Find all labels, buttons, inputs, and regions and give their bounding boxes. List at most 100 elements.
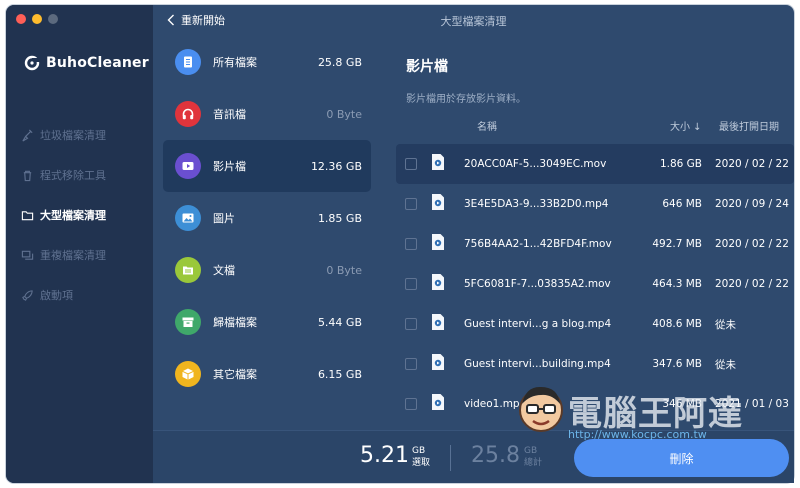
file-size: 464.3 MB [652,278,702,290]
selected-size-value: 5.21 [360,443,409,468]
table-row[interactable]: 3E4E5DA3-9...33B2D0.mp4 646 MB 2020 / 09… [396,184,794,224]
category-size: 0 Byte [326,263,362,277]
category-name: 歸檔檔案 [213,316,257,329]
sidebar-item-label: 大型檔案清理 [40,209,106,222]
sidebar: BuhoCleaner 垃圾檔案清理 程式移除工具 大型檔案清理 重複檔案清理 … [6,5,153,483]
delete-button[interactable]: 刪除 [574,439,789,477]
row-checkbox[interactable] [405,198,417,210]
window-title: 大型檔案清理 [440,15,507,28]
file-size: 408.6 MB [652,318,702,330]
category-video[interactable]: 影片檔 12.36 GB [163,140,371,192]
file-name: 3E4E5DA3-9...33B2D0.mp4 [464,198,609,210]
column-header-name[interactable]: 名稱 [477,118,497,133]
file-name: Guest intervi...g a blog.mp4 [464,318,612,330]
category-name: 影片檔 [213,160,246,173]
category-name: 文檔 [213,264,235,277]
sidebar-item-label: 重複檔案清理 [40,249,106,262]
table-row[interactable]: Guest intervi...g a blog.mp4 408.6 MB 從未 [396,304,794,344]
sidebar-item-junk-cleanup[interactable]: 垃圾檔案清理 [6,115,153,155]
sidebar-item-app-uninstaller[interactable]: 程式移除工具 [6,155,153,195]
category-size: 6.15 GB [317,367,362,381]
file-name: video1.mp4 [464,398,527,410]
video-file-icon [432,394,444,410]
file-name: 5FC6081F-7...03835A2.mov [464,278,611,290]
window-controls [16,14,58,24]
zoom-window-button[interactable] [48,14,58,24]
video-file-icon [432,154,444,170]
category-name: 音訊檔 [213,108,246,121]
category-archives[interactable]: 歸檔檔案 5.44 GB [163,296,371,348]
rocket-icon [20,288,34,302]
header: 重新開始 大型檔案清理 [153,5,794,35]
file-date: 2020 / 02 / 22 [715,158,789,170]
sidebar-item-label: 垃圾檔案清理 [40,129,106,142]
trash-icon [20,168,34,182]
file-size: 346 MB [662,398,702,410]
row-checkbox[interactable] [405,318,417,330]
category-size: 5.44 GB [317,315,362,329]
video-file-icon [432,354,444,370]
file-size: 1.86 GB [659,158,702,170]
video-file-icon [432,314,444,330]
file-date: 2021 / 01 / 03 [715,398,789,410]
column-header-size[interactable]: 大小 ↓ [670,118,702,133]
row-checkbox[interactable] [405,278,417,290]
minimize-window-button[interactable] [32,14,42,24]
sidebar-item-large-files[interactable]: 大型檔案清理 [6,195,153,235]
category-other[interactable]: 其它檔案 6.15 GB [163,348,371,400]
row-checkbox[interactable] [405,158,417,170]
sidebar-item-label: 程式移除工具 [40,169,106,182]
video-file-icon [432,194,444,210]
play-icon [175,153,201,179]
category-size: 0 Byte [326,107,362,121]
table-row[interactable]: Guest intervi...building.mp4 347.6 MB 從未 [396,344,794,384]
file-name: 756B4AA2-1...42BFD4F.mov [464,238,612,250]
category-images[interactable]: 圖片 1.85 GB [163,192,371,244]
file-name: Guest intervi...building.mp4 [464,358,611,370]
table-row[interactable]: 756B4AA2-1...42BFD4F.mov 492.7 MB 2020 /… [396,224,794,264]
box-icon [175,361,201,387]
footer-bar: 5.21 GB 選取 25.8 GB 總計 刪除 [153,430,794,483]
category-size: 25.8 GB [317,55,362,69]
video-file-icon [432,234,444,250]
category-list: 所有檔案 25.8 GB 音訊檔 0 Byte 影片檔 12.36 GB 圖片 … [163,36,371,400]
buho-logo-icon [24,55,40,71]
category-name: 所有檔案 [213,56,257,69]
table-row[interactable]: video1.mp4 346 MB 2021 / 01 / 03 [396,384,794,424]
row-checkbox[interactable] [405,238,417,250]
close-window-button[interactable] [16,14,26,24]
file-date: 2020 / 02 / 22 [715,238,789,250]
file-size: 492.7 MB [652,238,702,250]
selected-size-unit: GB 選取 [412,446,431,468]
panel-description: 影片檔用於存放影片資料。 [406,94,526,105]
file-date: 2020 / 09 / 24 [715,198,789,210]
file-table: 20ACC0AF-5...3049EC.mov 1.86 GB 2020 / 0… [396,144,794,424]
category-all-files[interactable]: 所有檔案 25.8 GB [163,36,371,88]
sidebar-item-duplicates[interactable]: 重複檔案清理 [6,235,153,275]
image-icon [175,205,201,231]
row-checkbox[interactable] [405,358,417,370]
panel-title: 影片檔 [406,59,448,75]
category-audio[interactable]: 音訊檔 0 Byte [163,88,371,140]
document-list-icon [175,49,201,75]
category-documents[interactable]: 文檔 0 Byte [163,244,371,296]
total-size-value: 25.8 [471,443,520,468]
total-size-unit: GB 總計 [524,446,543,468]
sidebar-item-startup[interactable]: 啟動項 [6,275,153,315]
category-name: 圖片 [213,212,235,225]
brand: BuhoCleaner [24,55,149,71]
category-size: 1.85 GB [317,211,362,225]
table-row[interactable]: 5FC6081F-7...03835A2.mov 464.3 MB 2020 /… [396,264,794,304]
footer-divider [450,445,451,471]
file-name: 20ACC0AF-5...3049EC.mov [464,158,607,170]
sidebar-item-label: 啟動項 [40,289,73,302]
archive-icon [175,309,201,335]
file-date: 從未 [715,318,736,331]
folder-icon [20,208,34,222]
video-file-icon [432,274,444,290]
row-checkbox[interactable] [405,398,417,410]
table-row[interactable]: 20ACC0AF-5...3049EC.mov 1.86 GB 2020 / 0… [396,144,794,184]
sidebar-nav: 垃圾檔案清理 程式移除工具 大型檔案清理 重複檔案清理 啟動項 [6,115,153,315]
category-size: 12.36 GB [310,159,362,173]
column-header-date[interactable]: 最後打開日期 [719,118,779,133]
